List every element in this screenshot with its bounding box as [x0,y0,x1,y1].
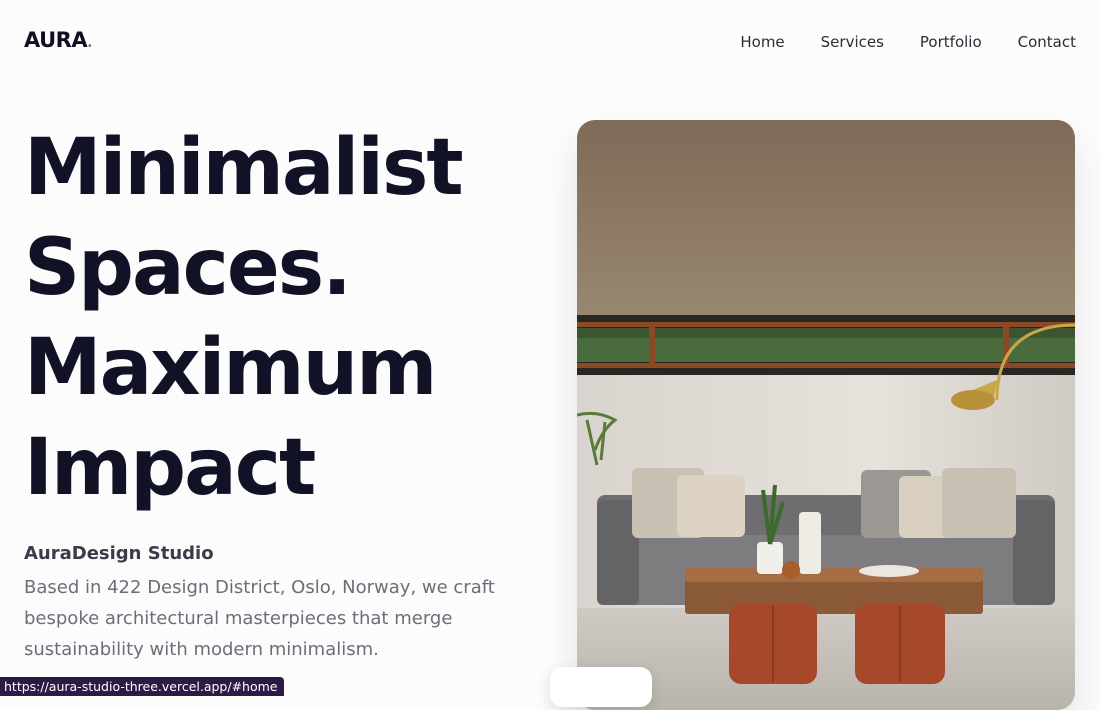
main-nav: Home Services Portfolio Contact [740,33,1076,51]
hero-title-line-3: Maximum [24,323,437,413]
living-room-illustration [577,120,1075,710]
logo-dot: . [87,35,92,51]
hero-title-line-2: Spaces. [24,223,352,313]
status-bar-url: https://aura-studio-three.vercel.app/#ho… [0,677,284,696]
nav-link-contact[interactable]: Contact [1018,33,1076,51]
logo[interactable]: AURA. [24,28,92,52]
hero-title-line-1: Minimalist [24,123,464,213]
nav-link-services[interactable]: Services [821,33,884,51]
logo-text: AURA [24,28,88,52]
nav-link-portfolio[interactable]: Portfolio [920,33,982,51]
nav-link-home[interactable]: Home [740,33,784,51]
hero-title: Minimalist Spaces. Maximum Impact [24,118,464,518]
floating-card [550,667,652,707]
hero-title-line-4: Impact [24,423,316,513]
hero-image [577,120,1075,710]
studio-description: Based in 422 Design District, Oslo, Norw… [24,577,495,660]
studio-name: AuraDesign Studio [24,543,214,564]
